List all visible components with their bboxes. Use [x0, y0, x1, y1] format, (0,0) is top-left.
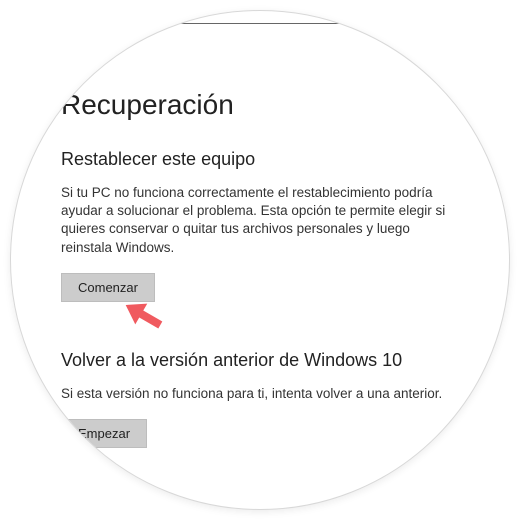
- rollback-description: Si esta versión no funciona para ti, int…: [61, 385, 461, 403]
- rollback-heading: Volver a la versión anterior de Windows …: [61, 350, 481, 371]
- rollback-start-button[interactable]: Empezar: [61, 419, 147, 448]
- reset-description: Si tu PC no funciona correctamente el re…: [61, 184, 461, 257]
- page-title: Recuperación: [61, 89, 481, 121]
- reset-start-button[interactable]: Comenzar: [61, 273, 155, 302]
- reset-heading: Restablecer este equipo: [61, 149, 481, 170]
- magnifier-frame: Recuperación Restablecer este equipo Si …: [10, 10, 510, 510]
- recovery-panel: Recuperación Restablecer este equipo Si …: [11, 31, 510, 448]
- top-divider: [161, 23, 381, 24]
